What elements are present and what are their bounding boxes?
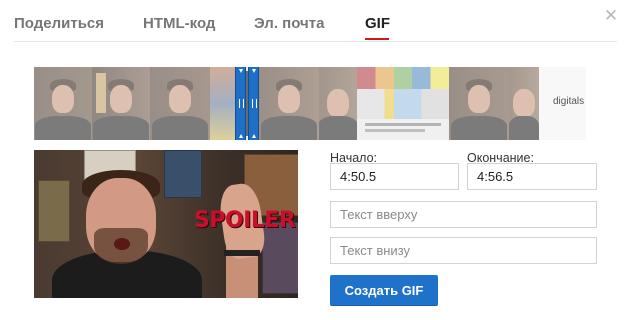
top-text-input[interactable]: Текст вверху	[330, 201, 597, 228]
filmstrip-frame	[150, 67, 210, 140]
poster	[38, 180, 70, 242]
start-handle[interactable]	[235, 67, 246, 140]
end-handle[interactable]	[248, 67, 259, 140]
poster	[164, 150, 202, 198]
gif-preview: SPOILER	[34, 150, 298, 298]
tabs-divider	[14, 41, 617, 42]
filmstrip-frame	[210, 67, 235, 140]
start-time-field[interactable]: 4:50.5	[330, 163, 459, 190]
filmstrip-frame	[34, 67, 92, 140]
filmstrip-frame	[449, 67, 509, 140]
tab-embed-code[interactable]: HTML-код	[143, 15, 215, 32]
filmstrip-caption: digitals	[553, 96, 585, 107]
filmstrip-frame	[92, 67, 150, 140]
video-filmstrip[interactable]: digitals	[34, 67, 586, 140]
close-icon[interactable]: ✕	[603, 8, 619, 25]
tab-gif[interactable]: GIF	[365, 15, 390, 32]
filmstrip-frame	[509, 67, 539, 140]
active-tab-indicator	[365, 38, 389, 40]
share-tabs: Поделиться HTML-код Эл. почта GIF ✕	[0, 0, 630, 44]
filmstrip-frame	[319, 67, 357, 140]
filmstrip-frame	[259, 67, 319, 140]
create-gif-button[interactable]: Создать GIF	[330, 275, 438, 306]
filmstrip-frame	[357, 67, 449, 140]
preview-overlay-text: SPOILER	[194, 208, 296, 233]
tab-email[interactable]: Эл. почта	[254, 15, 324, 32]
bottom-text-input[interactable]: Текст внизу	[330, 237, 597, 264]
end-time-field[interactable]: 4:56.5	[467, 163, 597, 190]
tab-share[interactable]: Поделиться	[14, 15, 104, 32]
